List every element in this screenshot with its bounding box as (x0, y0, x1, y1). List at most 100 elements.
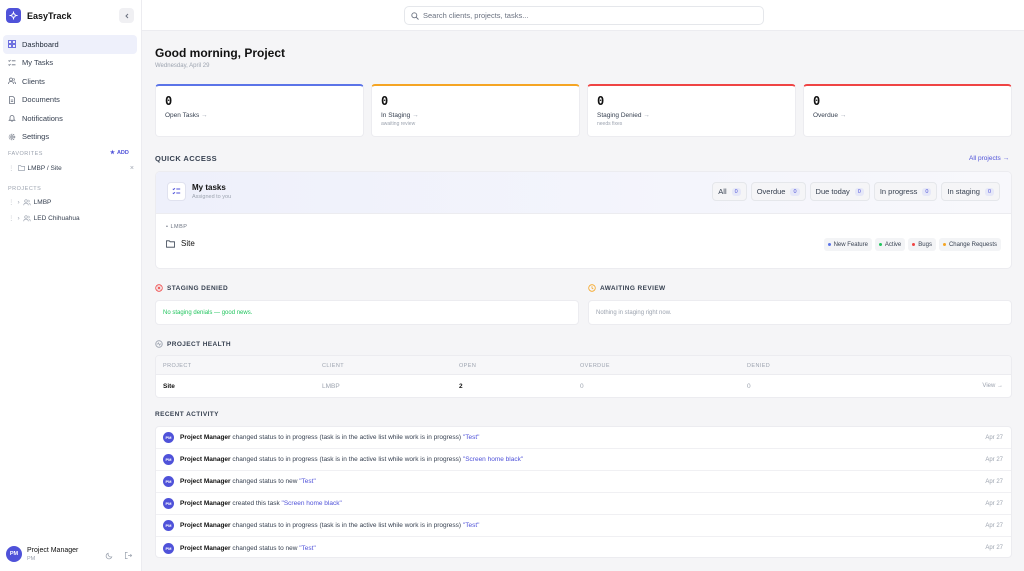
staging-denied-heading: STAGING DENIED (155, 284, 228, 292)
stat-sub: needs fixes (597, 121, 623, 127)
brand[interactable]: EasyTrack (6, 8, 72, 23)
activity-item[interactable]: PM Project Manager changed status to in … (156, 427, 1011, 449)
stat-value: 0 (813, 94, 821, 108)
search-icon (411, 11, 419, 20)
page-title: Good morning, Project (155, 46, 286, 60)
cell-open: 2 (459, 383, 463, 390)
chevron-right-icon[interactable]: › (18, 199, 20, 206)
tag-active[interactable]: Active (874, 238, 906, 251)
drag-handle-icon[interactable]: ⋮ (8, 198, 15, 206)
tag-dot (912, 243, 916, 246)
avatar: PM (163, 432, 174, 443)
stat-card-overdue[interactable]: 0 Overdue → (803, 84, 1012, 137)
nav-item-documents[interactable]: Documents (3, 91, 137, 110)
staging-denied-panel: No staging denials — good news. (155, 300, 579, 325)
activity-item[interactable]: PM Project Manager changed status to in … (156, 449, 1011, 471)
activity-item[interactable]: PM Project Manager created this task "Sc… (156, 493, 1011, 515)
tag-change-requests[interactable]: Change Requests (938, 238, 1001, 251)
tag-bugs[interactable]: Bugs (908, 238, 936, 251)
nav-item-my-tasks[interactable]: My Tasks (3, 54, 137, 73)
stat-sub: awaiting review (381, 121, 416, 127)
search-box[interactable] (404, 6, 764, 25)
quick-access-card: My tasks Assigned to you All 0 Overdue 0 D… (155, 171, 1012, 269)
project-link-site[interactable]: Site (166, 239, 195, 248)
cell-client: LMBP (322, 383, 340, 390)
gear-icon (8, 133, 16, 140)
stat-card-open-tasks[interactable]: 0 Open Tasks → (155, 84, 364, 137)
favorites-label: FAVORITES (8, 151, 43, 157)
stat-card-staging-denied[interactable]: 0 Staging Denied → needs fixes (587, 84, 796, 137)
filter-count: 0 (922, 187, 932, 196)
activity-text: Project Manager changed status to in pro… (180, 522, 480, 529)
column-header: CLIENT (322, 363, 344, 369)
folder-icon (166, 239, 175, 248)
nav-item-notifications[interactable]: Notifications (3, 109, 137, 128)
tag-dot (827, 243, 831, 246)
activity-date: Apr 27 (985, 434, 1003, 441)
avatar: PM (163, 520, 174, 531)
remove-favorite-icon[interactable]: × (130, 165, 134, 172)
project-label: LED Chihuahua (33, 214, 80, 222)
filter-due-today[interactable]: Due today 0 (809, 182, 870, 201)
nav-item-settings[interactable]: Settings (3, 128, 137, 147)
cell-project: Site (163, 383, 175, 390)
my-tasks-subtitle: Assigned to you (192, 194, 232, 200)
activity-item[interactable]: PM Project Manager changed status to new… (156, 537, 1011, 559)
tag-new-feature[interactable]: New Feature (823, 238, 872, 251)
search-input[interactable] (423, 11, 743, 20)
add-favorite-button[interactable]: ★ ADD (110, 150, 129, 156)
activity-date: Apr 27 (985, 545, 1003, 551)
activity-item[interactable]: PM Project Manager changed status to new… (156, 471, 1011, 493)
chevron-right-icon[interactable]: › (18, 215, 20, 222)
avatar: PM (163, 476, 174, 487)
project-item-led-chihuahua[interactable]: ⋮ › LED Chihuahua (8, 214, 134, 223)
nav-item-clients[interactable]: Clients (3, 72, 137, 91)
filter-in-staging[interactable]: In staging 0 (941, 182, 1000, 201)
recent-activity-heading: RECENT ACTIVITY (155, 411, 219, 418)
all-projects-link[interactable]: All projects → (969, 155, 1009, 162)
favorite-item[interactable]: ⋮ LMBP / Site × (8, 164, 134, 173)
nav-label: Clients (22, 76, 45, 86)
stat-value: 0 (597, 94, 605, 108)
filter-count: 0 (984, 187, 994, 196)
stat-card-in-staging[interactable]: 0 In Staging → awaiting review (371, 84, 580, 137)
main-nav: Dashboard My Tasks Clients Documents Not… (3, 35, 137, 146)
project-item-lmbp[interactable]: ⋮ › LMBP (8, 198, 134, 207)
user-name: Project Manager (27, 546, 79, 554)
project-name: Site (181, 239, 195, 248)
filter-count: 0 (854, 187, 864, 196)
stat-value: 0 (165, 94, 173, 108)
collapse-sidebar-button[interactable] (119, 8, 134, 23)
column-header: OPEN (459, 363, 477, 369)
filter-overdue[interactable]: Overdue 0 (750, 182, 806, 201)
avatar: PM (163, 498, 174, 509)
activity-date: Apr 27 (985, 522, 1003, 529)
nav-label: Notifications (22, 113, 63, 123)
drag-handle-icon[interactable]: ⋮ (8, 164, 15, 172)
nav-label: Documents (22, 95, 60, 105)
folder-icon (17, 165, 25, 171)
awaiting-review-message: Nothing in staging right now. (596, 309, 672, 316)
activity-item[interactable]: PM Project Manager changed status to in … (156, 515, 1011, 537)
drag-handle-icon[interactable]: ⋮ (8, 214, 15, 222)
table-header: PROJECT CLIENT OPEN OVERDUE DENIED (156, 356, 1011, 375)
filter-count: 0 (731, 187, 741, 196)
users-icon (23, 214, 31, 221)
avatar: PM (6, 546, 22, 562)
filter-all[interactable]: All 0 (712, 182, 747, 201)
theme-toggle-icon[interactable] (105, 551, 114, 560)
column-header: DENIED (747, 363, 771, 369)
document-icon (9, 95, 15, 104)
view-project-link[interactable]: View → (982, 383, 1003, 389)
tag-dot (878, 243, 882, 246)
filter-count: 0 (790, 187, 800, 196)
my-tasks-title: My tasks (192, 183, 226, 192)
logout-icon[interactable] (124, 551, 133, 560)
stat-label: Overdue → (813, 112, 847, 119)
nav-item-dashboard[interactable]: Dashboard (3, 35, 137, 54)
table-row[interactable]: Site LMBP 2 0 0 View → (156, 375, 1011, 397)
filter-in-progress[interactable]: In progress 0 (873, 182, 938, 201)
x-circle-icon (155, 284, 163, 292)
users-icon (8, 77, 16, 85)
user-profile[interactable]: PM Project Manager PM (6, 546, 78, 562)
